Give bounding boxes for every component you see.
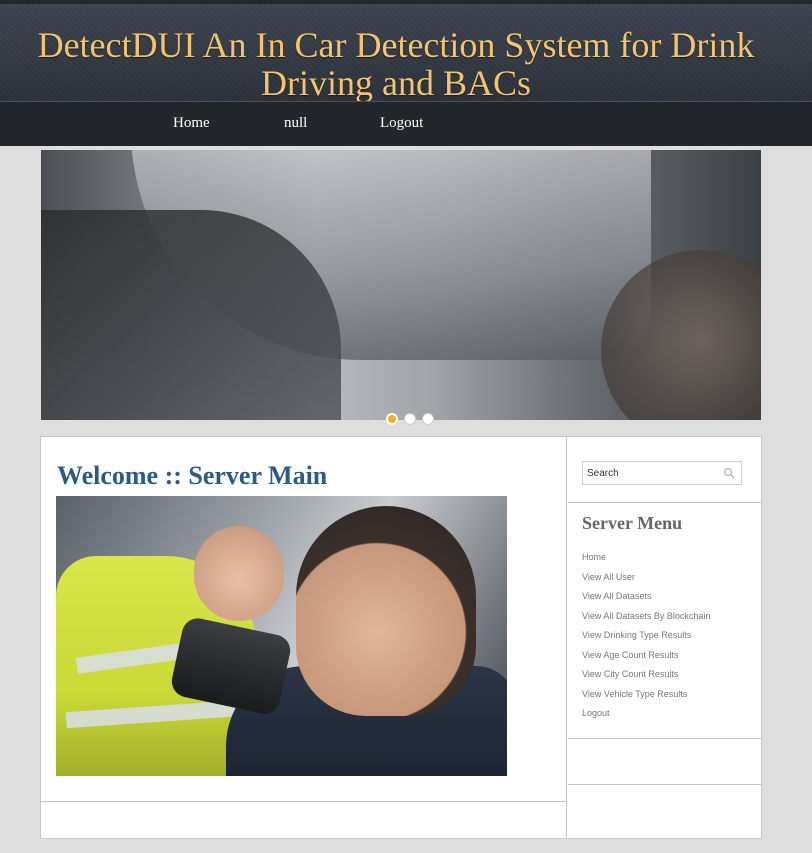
menu-item: View City Count Results xyxy=(582,664,710,684)
slider-dot-3[interactable] xyxy=(422,413,434,425)
site-header: DetectDUI An In Car Detection System for… xyxy=(0,0,812,103)
main-column-footer xyxy=(41,803,567,839)
menu-item: Logout xyxy=(582,703,710,723)
search-input[interactable] xyxy=(583,462,719,484)
sidebar-divider xyxy=(568,502,762,503)
photo-officer-head-shape xyxy=(194,526,284,621)
main-photo xyxy=(56,496,507,776)
menu-link-logout[interactable]: Logout xyxy=(582,708,610,718)
menu-item: View Age Count Results xyxy=(582,645,710,665)
site-title: DetectDUI An In Car Detection System for… xyxy=(37,25,755,103)
page-title: Welcome :: Server Main xyxy=(57,461,328,490)
photo-driver-head-shape xyxy=(296,506,476,716)
menu-item: View Vehicle Type Results xyxy=(582,684,710,704)
nav-null-link[interactable]: null xyxy=(284,115,307,132)
sidebar: Server Menu Home View All User View All … xyxy=(568,437,762,839)
menu-link-home[interactable]: Home xyxy=(582,552,606,562)
hero-slider xyxy=(41,150,761,420)
menu-item: View Drinking Type Results xyxy=(582,625,710,645)
sidebar-divider xyxy=(568,784,762,785)
menu-link-age-count-results[interactable]: View Age Count Results xyxy=(582,650,678,660)
slider-pagination xyxy=(386,413,446,427)
menu-item: View All User xyxy=(582,567,710,587)
menu-link-city-count-results[interactable]: View City Count Results xyxy=(582,669,678,679)
slider-dot-1[interactable] xyxy=(386,413,398,425)
menu-link-view-all-datasets[interactable]: View All Datasets xyxy=(582,591,651,601)
menu-link-vehicle-type-results[interactable]: View Vehicle Type Results xyxy=(582,689,687,699)
menu-link-datasets-by-blockchain[interactable]: View All Datasets By Blockchain xyxy=(582,611,710,621)
nav-logout-link[interactable]: Logout xyxy=(380,115,423,132)
main-column: Welcome :: Server Main xyxy=(41,437,567,802)
server-menu-title: Server Menu xyxy=(582,513,683,533)
content-area: Welcome :: Server Main Server Menu Home … xyxy=(40,436,762,839)
search-box xyxy=(582,461,742,485)
slider-dot-2[interactable] xyxy=(404,413,416,425)
server-menu-list: Home View All User View All Datasets Vie… xyxy=(582,547,710,723)
sidebar-divider xyxy=(568,738,762,739)
menu-item: Home xyxy=(582,547,710,567)
menu-link-view-all-user[interactable]: View All User xyxy=(582,572,635,582)
main-nav: Home null Logout xyxy=(0,101,812,146)
nav-home-link[interactable]: Home xyxy=(173,115,210,132)
menu-link-drinking-type-results[interactable]: View Drinking Type Results xyxy=(582,630,691,640)
menu-item: View All Datasets xyxy=(582,586,710,606)
menu-item: View All Datasets By Blockchain xyxy=(582,606,710,626)
search-icon[interactable] xyxy=(723,467,735,479)
